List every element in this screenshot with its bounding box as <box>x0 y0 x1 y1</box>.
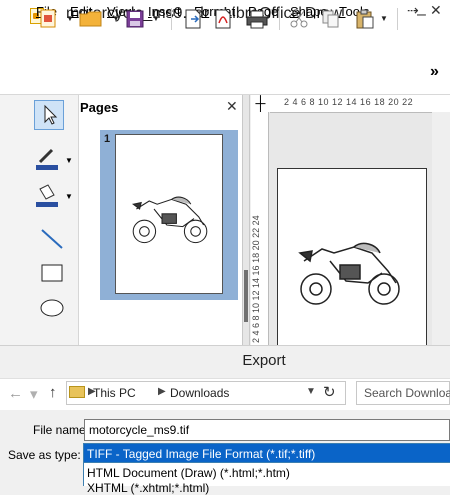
save-icon <box>126 10 144 28</box>
ellipse-icon <box>40 299 64 317</box>
printer-icon <box>246 10 268 29</box>
line-tool-button[interactable] <box>38 226 66 252</box>
motorcycle-thumbnail-image <box>131 196 208 244</box>
copy-icon <box>322 10 339 28</box>
vertical-ruler-labels: 2 4 6 8 10 12 14 16 18 20 22 24 <box>251 215 261 343</box>
pdf-icon <box>215 9 231 29</box>
folder-open-icon <box>79 11 102 27</box>
address-dropdown-icon[interactable]: ▼ <box>306 386 316 397</box>
breadcrumb-chevron-icon[interactable]: ▶ <box>158 386 166 397</box>
breadcrumb-this-pc[interactable]: This PC <box>93 386 136 400</box>
horizontal-ruler[interactable]: 2 4 6 8 10 12 14 16 18 20 22 <box>270 95 450 113</box>
file-name-label: File name: <box>33 423 90 437</box>
copy-button[interactable] <box>318 6 344 32</box>
toolbar-separator <box>171 8 172 30</box>
file-type-option-xhtml[interactable]: XHTML (*.xhtml;*.html) <box>87 481 209 495</box>
fill-color-dropdown-icon[interactable]: ▼ <box>65 192 73 201</box>
search-input[interactable]: Search Downloads <box>364 386 450 400</box>
toolbar-separator <box>279 8 280 30</box>
page-number: 1 <box>104 133 111 145</box>
drawing-page[interactable] <box>277 168 427 348</box>
file-type-selected-label: TIFF - Tagged Image File Format (*.tif;*… <box>87 447 316 461</box>
ellipse-tool-button[interactable] <box>38 296 66 320</box>
rectangle-tool-button[interactable] <box>38 262 66 284</box>
rectangle-icon <box>41 264 63 282</box>
horizontal-ruler-labels: 2 4 6 8 10 12 14 16 18 20 22 <box>284 97 414 107</box>
file-name-field[interactable] <box>84 419 450 441</box>
paste-button[interactable] <box>352 6 378 32</box>
close-pages-panel-icon[interactable]: ✕ <box>226 98 238 115</box>
page-thumbnail[interactable] <box>115 134 223 294</box>
line-color-icon <box>36 148 58 170</box>
pointer-icon <box>44 104 58 125</box>
motorcycle-drawing[interactable] <box>278 169 426 347</box>
ruler-origin-icon: ┼ <box>251 95 270 112</box>
save-button[interactable] <box>122 6 148 32</box>
export-dialog-title: Export <box>242 352 286 369</box>
new-dropdown-icon[interactable]: ▼ <box>66 14 74 23</box>
refresh-icon[interactable]: ↻ <box>323 383 336 401</box>
toolbar-separator <box>397 8 398 30</box>
cut-button[interactable] <box>286 6 312 32</box>
back-arrow-icon[interactable]: ← <box>8 385 23 402</box>
paste-dropdown-icon[interactable]: ▼ <box>380 14 388 23</box>
open-button[interactable] <box>78 6 104 32</box>
new-document-icon <box>40 9 56 28</box>
menu-bar <box>0 32 450 54</box>
scissors-icon <box>290 10 308 28</box>
line-icon <box>41 229 63 249</box>
vertical-scrollbar[interactable] <box>432 112 450 345</box>
print-button[interactable] <box>244 6 270 32</box>
fill-bucket-icon <box>36 184 58 207</box>
standard-toolbar <box>0 54 450 95</box>
export-pdf-button[interactable] <box>210 6 236 32</box>
export-icon <box>185 9 201 29</box>
close-document-icon[interactable]: ✕ <box>430 2 442 19</box>
up-arrow-icon[interactable]: ↑ <box>49 384 57 401</box>
fill-color-button[interactable] <box>34 183 64 209</box>
breadcrumb-downloads[interactable]: Downloads <box>170 386 229 400</box>
menu-overflow-icon[interactable]: ⇢ <box>407 2 419 19</box>
pages-panel-title: Pages <box>80 100 119 115</box>
downloads-folder-icon <box>69 386 85 398</box>
new-document-button[interactable] <box>36 6 62 32</box>
toolbar-overflow-icon[interactable]: » <box>430 63 439 81</box>
file-type-option-html[interactable]: HTML Document (Draw) (*.html;*.htm) <box>87 466 290 480</box>
clipboard-icon <box>356 9 374 29</box>
select-tool-button[interactable] <box>34 100 64 130</box>
line-color-button[interactable] <box>34 146 64 172</box>
splitter-grip[interactable] <box>244 270 248 322</box>
forward-arrow-icon[interactable]: ▾ <box>30 385 38 403</box>
save-as-type-label: Save as type: <box>8 448 81 462</box>
export-button[interactable] <box>180 6 206 32</box>
open-dropdown-icon[interactable]: ▼ <box>112 14 120 23</box>
line-color-dropdown-icon[interactable]: ▼ <box>65 156 73 165</box>
save-dropdown-icon[interactable]: ▼ <box>152 14 160 23</box>
